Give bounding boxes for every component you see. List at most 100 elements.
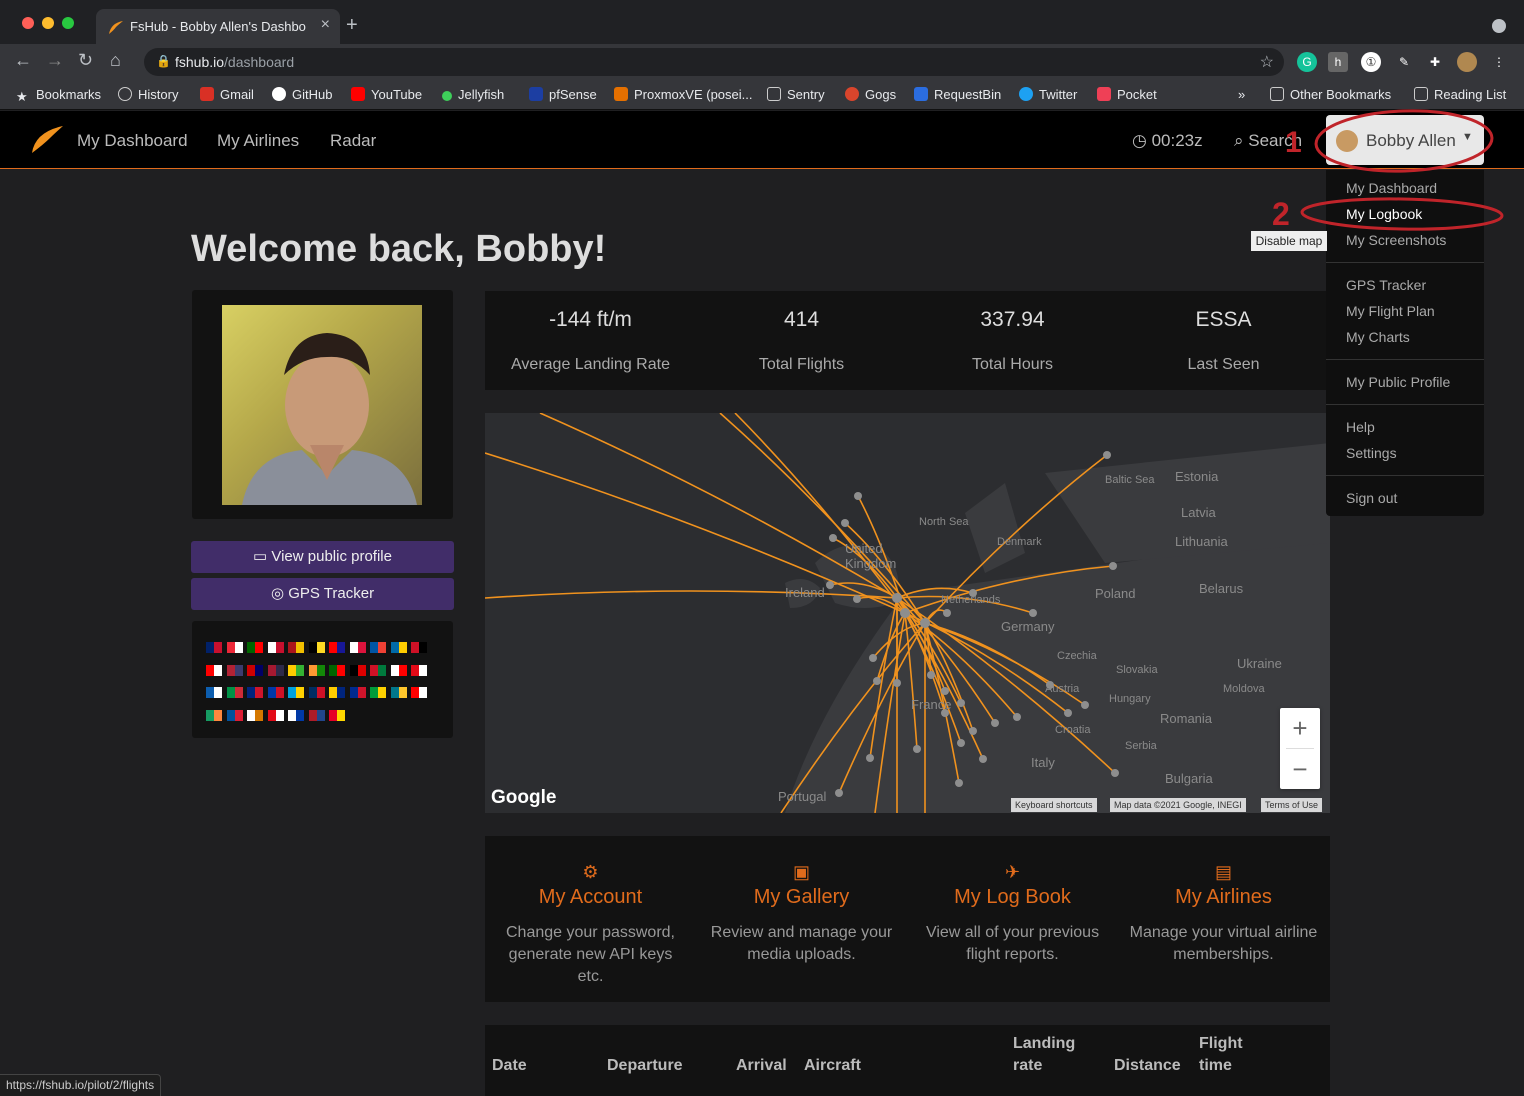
extension-icon[interactable]: h bbox=[1328, 52, 1348, 72]
onepassword-extension-icon[interactable]: ① bbox=[1361, 52, 1381, 72]
extensions-puzzle-icon[interactable]: ✚ bbox=[1425, 52, 1445, 72]
flight-map[interactable]: Baltic Sea Estonia North Sea Latvia Denm… bbox=[485, 413, 1330, 813]
column-header[interactable]: Landing rate bbox=[1013, 1033, 1093, 1077]
menu-item-my-logbook[interactable]: My Logbook bbox=[1346, 206, 1422, 222]
view-public-profile-button[interactable]: ▭ View public profile bbox=[191, 541, 454, 573]
bookmark-item[interactable]: GitHub bbox=[272, 87, 332, 102]
column-header[interactable]: Flight time bbox=[1199, 1033, 1259, 1077]
airport-marker[interactable] bbox=[941, 687, 949, 695]
menu-item-my-flight-plan[interactable]: My Flight Plan bbox=[1346, 303, 1435, 319]
bookmark-item[interactable]: RequestBin bbox=[914, 87, 1001, 102]
maximize-window-button[interactable] bbox=[62, 17, 74, 29]
card-title[interactable]: My Account bbox=[485, 886, 696, 909]
new-tab-icon[interactable]: + bbox=[346, 14, 358, 37]
more-bookmarks-icon[interactable]: » bbox=[1238, 87, 1245, 102]
airport-marker[interactable] bbox=[873, 677, 881, 685]
card-my-log-book[interactable]: ✈ My Log Book View all of your previous … bbox=[907, 836, 1118, 1002]
back-icon[interactable]: ← bbox=[14, 50, 32, 71]
airport-marker[interactable] bbox=[841, 519, 849, 527]
menu-item-sign-out[interactable]: Sign out bbox=[1346, 490, 1397, 506]
airport-marker[interactable] bbox=[854, 492, 862, 500]
nav-radar[interactable]: Radar bbox=[330, 131, 376, 151]
airport-marker[interactable] bbox=[1081, 701, 1089, 709]
airport-marker[interactable] bbox=[955, 779, 963, 787]
fshub-logo[interactable] bbox=[30, 124, 64, 154]
browser-tab[interactable]: FsHub - Bobby Allen's Dashboard × bbox=[96, 9, 340, 44]
reload-icon[interactable]: ↻ bbox=[78, 50, 93, 71]
home-icon[interactable]: ⌂ bbox=[110, 50, 121, 71]
card-my-gallery[interactable]: ▣ My Gallery Review and manage your medi… bbox=[696, 836, 907, 1002]
airport-marker[interactable] bbox=[957, 699, 965, 707]
airport-marker[interactable] bbox=[913, 745, 921, 753]
keyboard-shortcuts-link[interactable]: Keyboard shortcuts bbox=[1011, 798, 1097, 812]
menu-item-gps-tracker[interactable]: GPS Tracker bbox=[1346, 277, 1426, 293]
column-header[interactable]: Departure bbox=[607, 1055, 683, 1077]
bookmark-item[interactable]: pfSense bbox=[529, 87, 597, 102]
bookmark-item[interactable]: History bbox=[118, 87, 178, 102]
airport-marker[interactable] bbox=[943, 609, 951, 617]
bookmark-item[interactable]: Jellyfish bbox=[442, 87, 504, 102]
nav-my-dashboard[interactable]: My Dashboard bbox=[77, 131, 188, 151]
card-title[interactable]: My Log Book bbox=[907, 886, 1118, 909]
bookmark-item[interactable]: ProxmoxVE (posei... bbox=[614, 87, 753, 102]
airport-marker[interactable] bbox=[979, 755, 987, 763]
airport-marker[interactable] bbox=[1109, 562, 1117, 570]
zoom-in-button[interactable]: + bbox=[1280, 708, 1320, 748]
airport-marker[interactable] bbox=[991, 719, 999, 727]
card-title[interactable]: My Airlines bbox=[1118, 886, 1329, 909]
bookmark-item[interactable]: ★ Bookmarks bbox=[16, 87, 101, 104]
forward-icon[interactable]: → bbox=[46, 50, 64, 71]
menu-item-settings[interactable]: Settings bbox=[1346, 445, 1397, 461]
terms-of-use-link[interactable]: Terms of Use bbox=[1261, 798, 1323, 812]
airport-marker[interactable] bbox=[920, 618, 930, 628]
browser-menu-icon[interactable]: ⋮ bbox=[1489, 52, 1509, 72]
column-header[interactable]: Distance bbox=[1114, 1055, 1181, 1077]
gps-tracker-button[interactable]: ◎ GPS Tracker bbox=[191, 578, 454, 610]
airport-marker[interactable] bbox=[927, 671, 935, 679]
bookmark-item[interactable]: Gmail bbox=[200, 87, 254, 102]
reading-list[interactable]: Reading List bbox=[1414, 87, 1506, 102]
address-bar[interactable]: 🔒 fshub.io/dashboard ☆ bbox=[144, 48, 1284, 76]
tab-search-icon[interactable] bbox=[1492, 19, 1506, 33]
other-bookmarks[interactable]: Other Bookmarks bbox=[1270, 87, 1391, 102]
column-header[interactable]: Date bbox=[492, 1055, 527, 1077]
nav-my-airlines[interactable]: My Airlines bbox=[217, 131, 299, 151]
card-my-airlines[interactable]: ▤ My Airlines Manage your virtual airlin… bbox=[1118, 836, 1329, 1002]
column-header[interactable]: Aircraft bbox=[804, 1055, 861, 1077]
airport-marker[interactable] bbox=[893, 679, 901, 687]
airport-marker[interactable] bbox=[900, 608, 910, 618]
minimize-window-button[interactable] bbox=[42, 17, 54, 29]
airport-marker[interactable] bbox=[866, 754, 874, 762]
bookmark-item[interactable]: Sentry bbox=[767, 87, 825, 102]
bookmark-item[interactable]: Gogs bbox=[845, 87, 896, 102]
zoom-out-button[interactable]: − bbox=[1280, 749, 1320, 789]
bookmark-item[interactable]: Pocket bbox=[1097, 87, 1157, 102]
airport-marker[interactable] bbox=[835, 789, 843, 797]
airport-marker[interactable] bbox=[869, 654, 877, 662]
menu-item-my-dashboard[interactable]: My Dashboard bbox=[1346, 180, 1437, 196]
menu-item-my-public-profile[interactable]: My Public Profile bbox=[1346, 374, 1450, 390]
card-my-account[interactable]: ⚙ My Account Change your password, gener… bbox=[485, 836, 696, 1002]
pen-extension-icon[interactable]: ✎ bbox=[1394, 52, 1414, 72]
airport-marker[interactable] bbox=[829, 534, 837, 542]
user-menu-button[interactable]: Bobby Allen ▼ bbox=[1326, 115, 1484, 165]
menu-item-my-screenshots[interactable]: My Screenshots bbox=[1346, 232, 1446, 248]
airport-marker[interactable] bbox=[1029, 609, 1037, 617]
airport-marker[interactable] bbox=[853, 595, 861, 603]
close-window-button[interactable] bbox=[22, 17, 34, 29]
airport-marker[interactable] bbox=[969, 727, 977, 735]
bookmark-item[interactable]: Twitter bbox=[1019, 87, 1077, 102]
column-header[interactable]: Arrival bbox=[736, 1055, 787, 1077]
airport-marker[interactable] bbox=[826, 581, 834, 589]
profile-avatar-icon[interactable] bbox=[1457, 52, 1477, 72]
airport-marker[interactable] bbox=[1103, 451, 1111, 459]
grammarly-extension-icon[interactable]: G bbox=[1297, 52, 1317, 72]
menu-item-help[interactable]: Help bbox=[1346, 419, 1375, 435]
airport-marker[interactable] bbox=[1013, 713, 1021, 721]
nav-search[interactable]: ⌕ Search bbox=[1234, 131, 1302, 151]
menu-item-my-charts[interactable]: My Charts bbox=[1346, 329, 1410, 345]
bookmark-star-icon[interactable]: ☆ bbox=[1260, 52, 1274, 72]
card-title[interactable]: My Gallery bbox=[696, 886, 907, 909]
airport-marker[interactable] bbox=[892, 593, 902, 603]
airport-marker[interactable] bbox=[1064, 709, 1072, 717]
